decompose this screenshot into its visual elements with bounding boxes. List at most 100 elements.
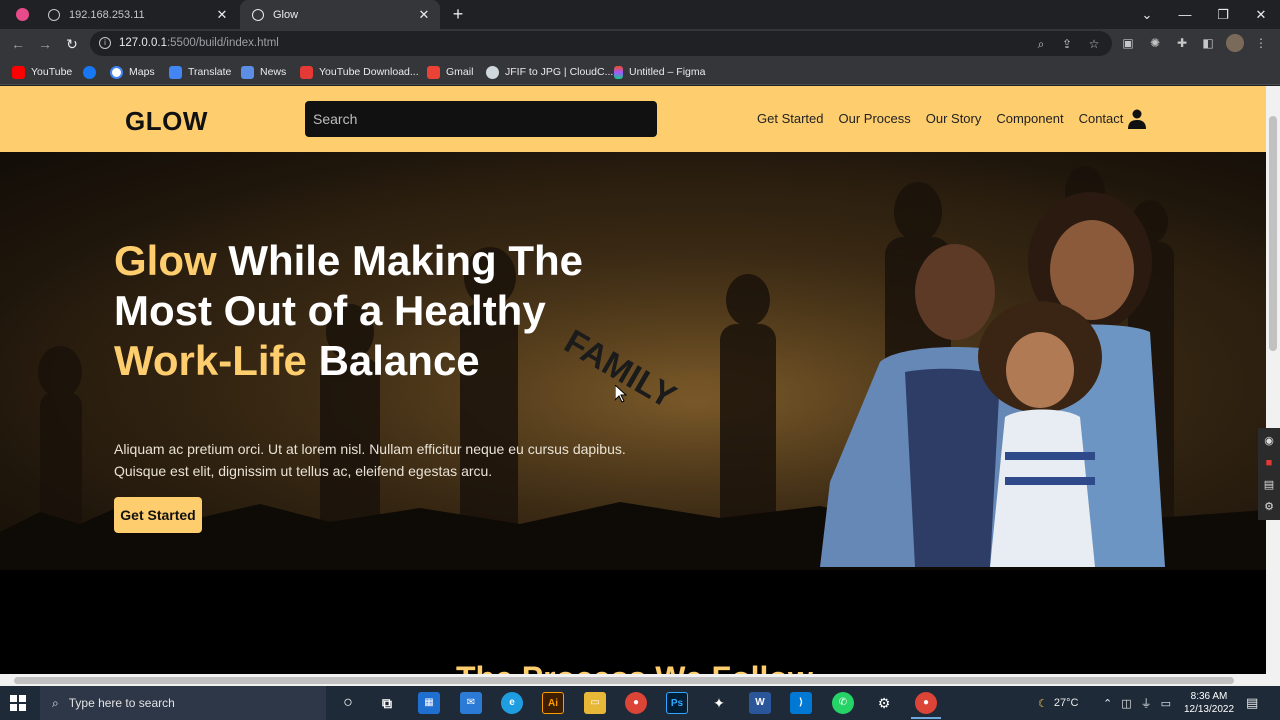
extension-react-icon[interactable]: ✺ (1146, 34, 1164, 52)
bookmark-youtube[interactable]: YouTube (12, 64, 72, 80)
extensions-puzzle-icon[interactable]: ✚ (1173, 34, 1191, 52)
chrome-active-icon[interactable]: ● (915, 692, 937, 714)
vertical-scrollbar[interactable] (1266, 86, 1280, 674)
bookmark-youtube-download[interactable]: YouTube Download... (300, 64, 419, 80)
edge-icon[interactable]: e (501, 692, 523, 714)
settings-icon[interactable]: ⚙ (1262, 500, 1276, 514)
bookmark-maps[interactable]: Maps (110, 64, 155, 80)
bookmark-star-icon[interactable]: ☆ (1085, 35, 1103, 53)
battery-icon[interactable]: ▭ (1161, 697, 1171, 710)
search-icon: ⌕ (52, 695, 59, 710)
file-explorer-icon[interactable]: ▭ (584, 692, 606, 714)
scroll-thumb[interactable] (14, 677, 1234, 684)
nav-get-started[interactable]: Get Started (757, 111, 823, 126)
close-window-button[interactable]: ✕ (1242, 0, 1280, 29)
gamepad-icon[interactable]: ✦ (708, 692, 730, 714)
share-icon[interactable]: ⇪ (1058, 35, 1076, 53)
taskbar: ⌕ Type here to search ○ ⧉ ▦ ✉ e Ai ▭ ● P… (0, 686, 1280, 720)
nav-contact[interactable]: Contact (1079, 111, 1124, 126)
address-bar[interactable]: i 127.0.0.1:5500/build/index.html ⌕ ⇪ ☆ (90, 31, 1112, 56)
taskbar-search[interactable]: ⌕ Type here to search (40, 686, 326, 720)
windows-start-icon[interactable] (10, 695, 26, 711)
youtube-icon (12, 65, 25, 79)
scroll-thumb[interactable] (1269, 116, 1277, 351)
menu-kebab-icon[interactable]: ⋮ (1252, 34, 1270, 52)
cortana-icon[interactable]: ○ (337, 692, 359, 714)
back-arrow-icon[interactable]: ← (8, 34, 28, 54)
download-icon (300, 65, 313, 79)
date: 12/13/2022 (1183, 704, 1235, 715)
google-icon (110, 65, 123, 79)
restore-button[interactable]: ❐ (1204, 0, 1242, 29)
bookmark-figma[interactable]: Untitled – Figma (614, 64, 705, 80)
hero-subtitle: Aliquam ac pretium orci. Ut at lorem nis… (114, 441, 626, 479)
nav-component[interactable]: Component (996, 111, 1063, 126)
search-input[interactable] (305, 101, 657, 137)
bookmark-facebook[interactable] (83, 64, 102, 80)
store-icon[interactable]: ▦ (418, 692, 440, 714)
vscode-icon[interactable]: ⟩ (790, 692, 812, 714)
facebook-icon (83, 65, 96, 79)
info-icon[interactable]: i (99, 37, 111, 49)
settings-gear-icon[interactable]: ⚙ (873, 692, 895, 714)
gallery-icon[interactable]: ▤ (1262, 478, 1276, 492)
temperature: 27°C (1053, 697, 1079, 709)
illustrator-icon[interactable]: Ai (542, 692, 564, 714)
cloud-icon (486, 65, 499, 79)
mail-icon[interactable]: ✉ (460, 692, 482, 714)
hero-section: FAMILY Glow While Making The Most Out of… (0, 152, 1266, 570)
taskbar-search-placeholder: Type here to search (68, 696, 175, 710)
whatsapp-icon[interactable]: ✆ (832, 692, 854, 714)
figma-icon (614, 65, 623, 79)
notification-icon[interactable]: ▤ (1246, 686, 1258, 720)
weather-widget[interactable]: ☾ 27°C (1038, 686, 1078, 720)
word-icon[interactable]: W (749, 692, 771, 714)
close-tab-icon[interactable]: ✕ (214, 7, 230, 23)
new-tab-button[interactable]: + (448, 4, 468, 24)
horizontal-scrollbar[interactable] (0, 674, 1280, 686)
section-title: The Process We Follow (456, 660, 813, 674)
camera-icon[interactable]: ◉ (1262, 434, 1276, 448)
bookmark-translate[interactable]: Translate (169, 64, 231, 80)
site-header: GLOW Get Started Our Process Our Story C… (0, 86, 1266, 152)
get-started-button[interactable]: Get Started (114, 497, 202, 533)
process-section: The Process We Follow (0, 570, 1266, 674)
task-view-icon[interactable]: ⧉ (376, 692, 398, 714)
bookmark-news[interactable]: News (241, 64, 286, 80)
nav-our-process[interactable]: Our Process (838, 111, 910, 126)
tab-search-icon[interactable]: ⌄ (1128, 0, 1166, 29)
tray-chevron-icon[interactable]: ⌃ (1103, 697, 1112, 710)
forward-arrow-icon[interactable]: → (35, 34, 55, 54)
user-icon[interactable] (1128, 109, 1146, 129)
globe-icon (252, 8, 264, 21)
network-icon[interactable]: ◫ (1121, 697, 1131, 710)
bookmark-jfif-to-jpg[interactable]: JFIF to JPG | CloudC... (486, 64, 613, 80)
url-text[interactable]: 127.0.0.1:5500/build/index.html (119, 37, 279, 49)
profile-icon[interactable] (16, 8, 29, 21)
photoshop-icon[interactable]: Ps (666, 692, 688, 714)
globe-icon (48, 8, 60, 21)
tab-title: 192.168.253.11 (69, 8, 145, 21)
site-logo[interactable]: GLOW (125, 106, 208, 137)
reload-icon[interactable]: ↻ (62, 34, 82, 54)
microphone-icon[interactable]: ⏚ (1141, 695, 1152, 711)
bookmarks-bar: YouTube Maps Translate News YouTube Down… (0, 58, 1280, 85)
weather-moon-icon: ☾ (1038, 697, 1048, 710)
clock[interactable]: 8:36 AM 12/13/2022 (1176, 690, 1242, 716)
close-tab-icon[interactable]: ✕ (416, 7, 432, 23)
minimize-button[interactable]: — (1166, 0, 1204, 29)
avatar[interactable] (1226, 34, 1244, 52)
zoom-icon[interactable]: ⌕ (1032, 35, 1050, 53)
chrome-icon[interactable]: ● (625, 692, 647, 714)
nav-our-story[interactable]: Our Story (926, 111, 982, 126)
active-app-indicator (911, 717, 941, 719)
record-icon[interactable]: ■ (1262, 456, 1276, 470)
bookmark-gmail[interactable]: Gmail (427, 64, 473, 80)
tab-inactive[interactable]: 192.168.253.11 ✕ (36, 0, 238, 29)
tab-active[interactable]: Glow ✕ (240, 0, 440, 29)
screen-recorder-panel: ◉ ■ ▤ ⚙ (1258, 428, 1280, 520)
mouse-cursor-icon (615, 385, 627, 403)
side-panel-icon[interactable]: ◧ (1199, 34, 1217, 52)
extension-devtools-icon[interactable]: ▣ (1119, 34, 1137, 52)
translate-icon (169, 65, 182, 79)
